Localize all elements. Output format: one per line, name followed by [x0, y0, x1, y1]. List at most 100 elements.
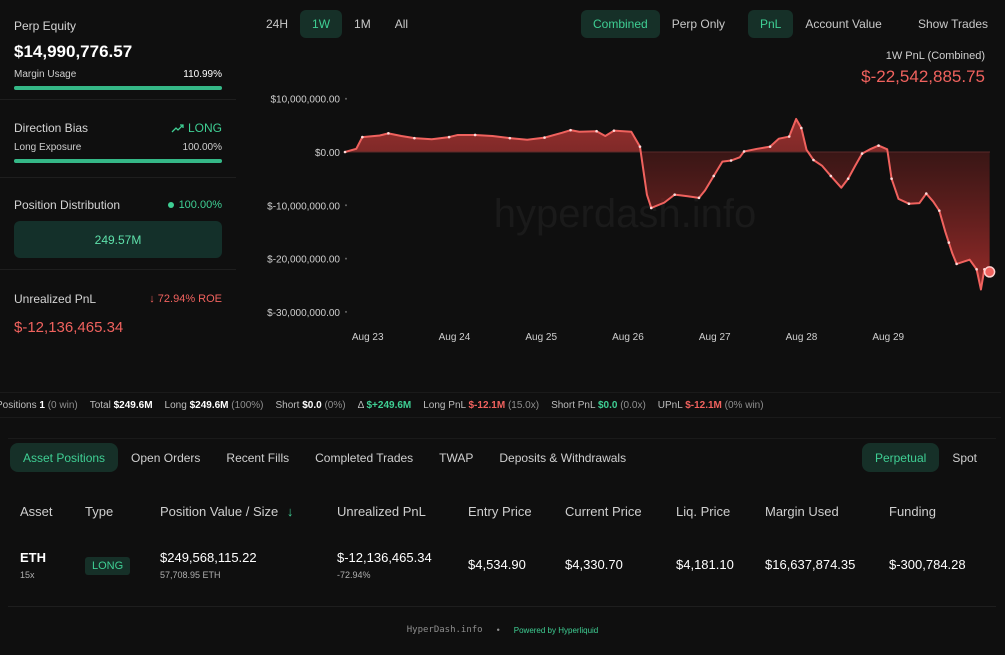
- stat-item: Total $249.6M: [90, 400, 153, 411]
- unrealized-pnl-pct: -72.94%: [337, 570, 371, 580]
- footer: HyperDash.info • Powered by Hyperliquid: [0, 625, 1005, 635]
- col-unrealized-pnl[interactable]: Unrealized PnL: [337, 504, 426, 519]
- watermark: hyperdash.info: [494, 192, 756, 236]
- tab-spot[interactable]: Spot: [939, 443, 990, 472]
- tab-deposits-withdrawals[interactable]: Deposits & Withdrawals: [486, 443, 639, 472]
- col-position-value-label: Position Value / Size: [160, 504, 279, 519]
- stat-sub: (0.0x): [617, 399, 646, 411]
- tab-recent-fills[interactable]: Recent Fills: [213, 443, 302, 472]
- stat-sub: (100%): [228, 399, 264, 411]
- data-point: [543, 136, 546, 139]
- x-tick-label: Aug 28: [786, 332, 818, 343]
- data-point: [907, 202, 911, 206]
- margin-used: $16,637,874.35: [765, 557, 856, 572]
- data-point: [697, 196, 701, 200]
- tab-open-orders[interactable]: Open Orders: [118, 443, 213, 472]
- x-tick-label: Aug 29: [872, 332, 904, 343]
- y-tick-label: $-20,000,000.00: [267, 255, 340, 266]
- data-point: [829, 174, 833, 178]
- y-tick-label: $0.00: [315, 148, 340, 159]
- x-tick-label: Aug 23: [352, 332, 384, 343]
- current-value-marker: [983, 266, 996, 278]
- data-point: [447, 135, 451, 139]
- data-point: [343, 150, 347, 154]
- col-margin-used[interactable]: Margin Used: [765, 504, 839, 519]
- x-axis: Aug 23 Aug 24 Aug 25 Aug 26 Aug 27 Aug 28 Aug …: [352, 332, 905, 343]
- pnl-chart[interactable]: hyperdash.info $10,000,000.00 $0.00 $-10,0…: [0, 0, 1005, 372]
- tab-perpetual[interactable]: Perpetual: [861, 443, 940, 472]
- y-axis: $10,000,000.00 $0.00 $-10,000,000.00 $-20,0…: [267, 95, 347, 319]
- x-tick-label: Aug 26: [612, 332, 644, 343]
- col-liq-price[interactable]: Liq. Price: [676, 504, 730, 519]
- position-value: $249,568,115.22: [160, 550, 257, 565]
- stat-label: Total: [89, 399, 114, 411]
- data-point: [361, 135, 364, 139]
- data-point: [638, 145, 642, 148]
- col-current-price[interactable]: Current Price: [565, 504, 642, 519]
- data-point: [508, 136, 512, 140]
- stat-item: Long PnL $-12.1M (15.0x): [423, 400, 539, 411]
- data-point: [955, 262, 958, 266]
- data-point: [612, 129, 616, 132]
- stat-item: Short PnL $0.0 (0.0x): [551, 400, 646, 411]
- data-point: [473, 133, 477, 137]
- col-type[interactable]: Type: [85, 504, 113, 519]
- footer-site-link[interactable]: HyperDash.info: [407, 625, 483, 635]
- entry-price: $4,534.90: [468, 557, 526, 572]
- col-asset[interactable]: Asset: [20, 504, 53, 519]
- stat-value: $0.0: [597, 399, 618, 411]
- data-point: [937, 209, 941, 212]
- tab-twap[interactable]: TWAP: [426, 443, 486, 472]
- y-tick-label: $10,000,000.00: [270, 95, 340, 106]
- y-tick-mark: [345, 257, 347, 260]
- stats-strip: Positions 1 (0 win) Total $249.6M Long $24…: [0, 392, 1001, 418]
- y-tick-label: $-30,000,000.00: [267, 308, 340, 319]
- footer-powered-by[interactable]: Powered by Hyperliquid: [514, 626, 599, 635]
- data-point: [800, 126, 803, 130]
- current-price: $4,330.70: [565, 557, 623, 572]
- stat-value: $+249.6M: [366, 399, 412, 411]
- tab-asset-positions[interactable]: Asset Positions: [10, 443, 119, 472]
- position-size: 57,708.95 ETH: [160, 570, 221, 580]
- tab-completed-trades[interactable]: Completed Trades: [302, 443, 426, 472]
- data-point: [673, 193, 676, 196]
- data-point: [712, 174, 716, 178]
- stat-value: $249.6M: [189, 399, 229, 411]
- data-point: [812, 158, 815, 162]
- col-entry-price[interactable]: Entry Price: [468, 504, 532, 519]
- arrow-down-icon: ↓: [286, 504, 294, 519]
- asset-name[interactable]: ETH: [20, 550, 46, 565]
- stat-label: Long: [164, 399, 190, 411]
- col-position-value[interactable]: Position Value / Size ↓: [160, 504, 293, 519]
- data-point: [890, 177, 893, 180]
- data-point: [877, 144, 880, 147]
- stat-item: Δ $+249.6M: [358, 400, 412, 411]
- stat-item: Long $249.6M (100%): [165, 400, 264, 411]
- data-point: [649, 206, 653, 210]
- data-point: [975, 267, 978, 271]
- y-tick-mark: [345, 97, 347, 100]
- x-tick-label: Aug 24: [439, 332, 471, 343]
- x-tick-label: Aug 27: [699, 332, 731, 343]
- data-point: [742, 150, 746, 153]
- stat-sub: (0%): [321, 399, 346, 411]
- stat-item: UPnL $-12.1M (0% win): [658, 400, 764, 411]
- data-point: [768, 145, 772, 148]
- x-tick-label: Aug 25: [525, 332, 557, 343]
- stat-value: $-12.1M: [468, 399, 506, 411]
- data-point: [860, 152, 864, 155]
- asset-leverage: 15x: [20, 570, 35, 580]
- stat-sub: (15.0x): [505, 399, 540, 411]
- divider: [8, 606, 996, 607]
- stat-item: Positions 1 (0 win): [0, 400, 78, 411]
- col-funding[interactable]: Funding: [889, 504, 936, 519]
- data-point: [846, 177, 850, 180]
- type-badge: LONG: [85, 557, 131, 575]
- y-tick-mark: [345, 204, 347, 207]
- liq-price: $4,181.10: [676, 557, 734, 572]
- stat-label: Short PnL: [551, 399, 598, 411]
- data-point: [569, 128, 572, 132]
- data-point: [595, 129, 598, 133]
- stat-label: Positions: [0, 399, 40, 411]
- stat-sub: (0% win): [721, 399, 764, 411]
